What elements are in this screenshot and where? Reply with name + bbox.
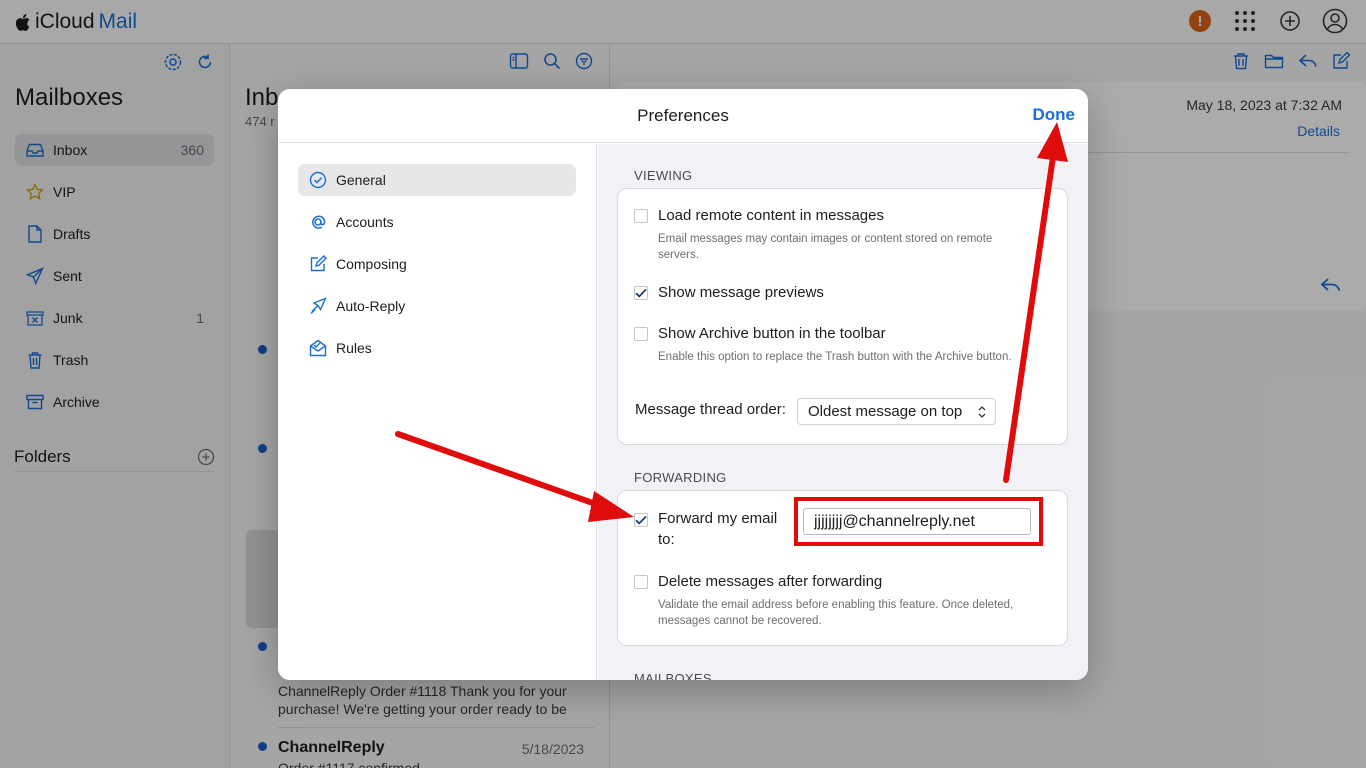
plane-icon	[308, 296, 328, 316]
viewing-card: Load remote content in messages Email me…	[617, 188, 1068, 445]
thread-order-value: Oldest message on top	[808, 403, 963, 420]
delete-after-forward-checkbox[interactable]	[634, 575, 648, 589]
nav-item-general[interactable]: General	[298, 164, 576, 196]
forward-email-input[interactable]	[803, 508, 1031, 535]
viewing-section-label: VIEWING	[634, 168, 693, 183]
general-settings: VIEWING Load remote content in messages …	[598, 144, 1088, 680]
nav-label: Accounts	[336, 214, 394, 230]
remote-content-label: Load remote content in messages	[658, 207, 884, 224]
nav-label: Composing	[336, 256, 407, 272]
at-icon	[308, 212, 328, 232]
checkmark-icon	[635, 515, 647, 525]
forward-label-line2: to:	[658, 531, 675, 548]
nav-item-rules[interactable]: Rules	[298, 332, 576, 364]
delete-after-forward-label: Delete messages after forwarding	[658, 573, 883, 590]
done-button[interactable]: Done	[1033, 105, 1076, 125]
nav-item-accounts[interactable]: Accounts	[298, 206, 576, 238]
nav-label: General	[336, 172, 386, 188]
thread-order-select[interactable]: Oldest message on top	[797, 398, 996, 425]
checkmark-icon	[635, 288, 647, 298]
forward-label-line1: Forward my email	[658, 510, 778, 527]
remote-content-desc: Email messages may contain images or con…	[658, 233, 993, 261]
compose-icon	[308, 254, 328, 274]
forward-checkbox[interactable]	[634, 513, 648, 527]
forwarding-section-label: FORWARDING	[634, 470, 727, 485]
preferences-nav: General Accounts Composing Auto-Reply Ru…	[278, 144, 597, 680]
dialog-title: Preferences	[637, 106, 729, 125]
archive-button-label: Show Archive button in the toolbar	[658, 325, 886, 342]
archive-button-desc: Enable this option to replace the Trash …	[658, 351, 1012, 363]
preferences-dialog: Preferences Done General Accounts Compos…	[278, 89, 1088, 680]
dialog-header: Preferences Done	[278, 89, 1088, 143]
check-circle-icon	[308, 170, 328, 190]
mailboxes-section-label: MAILBOXES	[634, 671, 712, 680]
delete-after-forward-desc: Validate the email address before enabli…	[658, 599, 1014, 627]
forwarding-card: Forward my email to: Delete messages aft…	[617, 490, 1068, 646]
thread-order-label: Message thread order:	[635, 401, 786, 418]
message-previews-checkbox[interactable]	[634, 286, 648, 300]
nav-item-auto-reply[interactable]: Auto-Reply	[298, 290, 576, 322]
nav-label: Rules	[336, 340, 372, 356]
select-chevron-icon	[978, 406, 986, 418]
message-previews-label: Show message previews	[658, 284, 824, 301]
nav-label: Auto-Reply	[336, 298, 406, 314]
rules-icon	[308, 338, 328, 358]
remote-content-checkbox[interactable]	[634, 209, 648, 223]
archive-button-checkbox[interactable]	[634, 327, 648, 341]
nav-item-composing[interactable]: Composing	[298, 248, 576, 280]
